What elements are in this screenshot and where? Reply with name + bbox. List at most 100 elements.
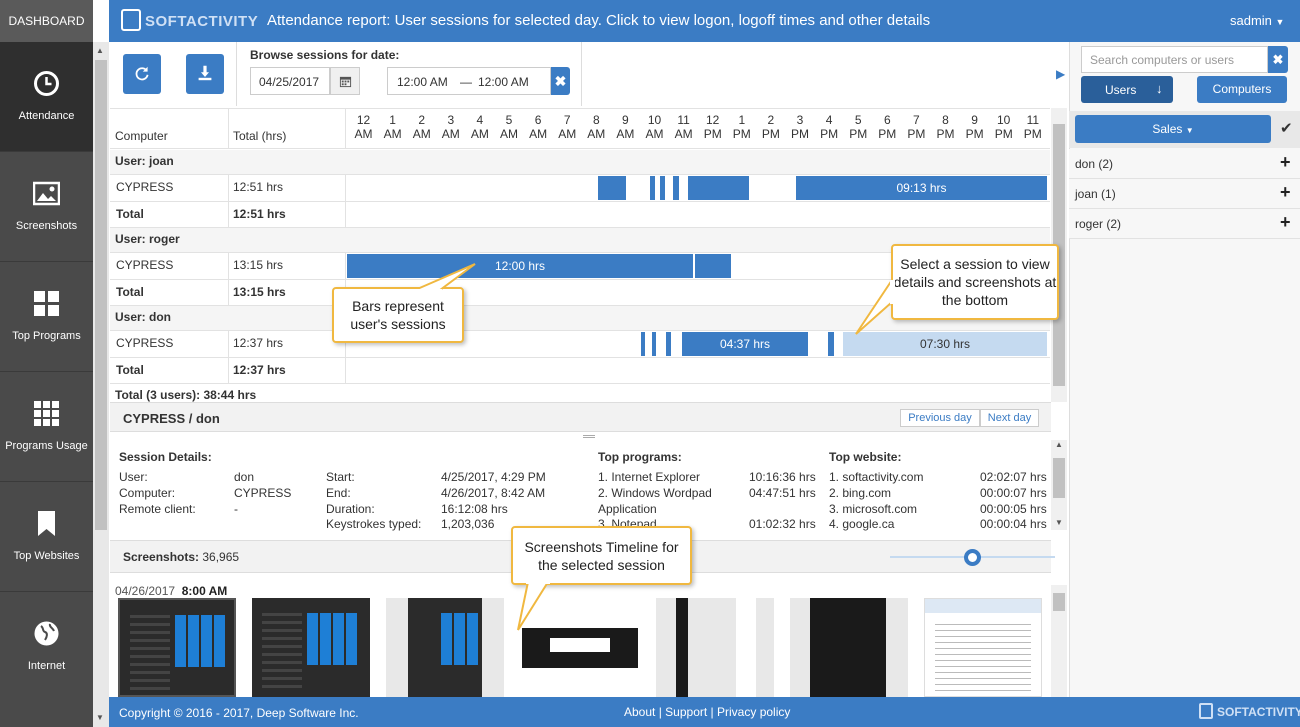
user-list-item[interactable]: don (2) + xyxy=(1069,149,1300,179)
scroll-up-icon[interactable]: ▲ xyxy=(1055,440,1063,449)
scroll-down-icon[interactable]: ▼ xyxy=(1055,518,1063,527)
logo-text: SOFTACTIVITY xyxy=(145,13,259,30)
dashboard-label: DASHBOARD xyxy=(8,14,85,28)
hour-label: 4 PM xyxy=(815,113,844,141)
detail-value: - xyxy=(234,502,238,516)
session-bar[interactable] xyxy=(652,332,656,356)
nav-top-websites[interactable]: Top Websites xyxy=(0,482,93,592)
clear-time-button[interactable]: ✖ xyxy=(551,67,570,95)
user-name: sadmin xyxy=(1230,13,1272,28)
screenshot-thumbnail[interactable] xyxy=(924,598,1042,697)
total-label: Total xyxy=(116,285,144,299)
screenshot-thumbnail[interactable] xyxy=(656,598,774,697)
time-sep: — xyxy=(460,75,472,89)
users-toggle-button[interactable]: Users ↓ xyxy=(1081,76,1173,103)
hour-number: 6 xyxy=(534,113,542,127)
hour-period: AM xyxy=(354,127,373,141)
top-bar: SOFTACTIVITY Attendance report: User ses… xyxy=(109,0,1300,42)
hour-number: 4 xyxy=(476,113,484,127)
website-time: 00:00:04 hrs xyxy=(980,517,1047,531)
hour-label: 9 PM xyxy=(960,113,989,141)
nav-programs-usage[interactable]: Programs Usage xyxy=(0,372,93,482)
add-icon[interactable]: + xyxy=(1280,212,1291,233)
hour-label: 5 AM xyxy=(495,113,524,141)
screenshot-date: 04/26/2017 8:00 AM xyxy=(115,584,227,598)
support-link[interactable]: Support xyxy=(665,705,707,719)
checkmark-icon[interactable]: ✔ xyxy=(1280,119,1293,137)
time-range-input[interactable]: 12:00 AM — 12:00 AM xyxy=(387,67,551,95)
screenshot-thumbnail[interactable] xyxy=(252,598,370,697)
group-dropdown[interactable]: Sales ▼ xyxy=(1075,115,1271,143)
resize-handle[interactable] xyxy=(583,435,595,438)
user-list-label: joan (1) xyxy=(1075,187,1116,201)
session-bar[interactable] xyxy=(650,176,655,200)
user-menu[interactable]: sadmin ▼ xyxy=(1230,13,1284,28)
session-bar[interactable] xyxy=(695,254,731,278)
hour-number: 10 xyxy=(647,113,662,127)
details-scrollbar[interactable]: ▲ ▼ xyxy=(1051,440,1067,530)
screenshots-scrollbar[interactable] xyxy=(1051,585,1067,697)
hour-period: AM xyxy=(383,127,402,141)
callout-select: Select a session to view details and scr… xyxy=(891,244,1059,320)
zoom-slider-handle[interactable] xyxy=(964,549,981,566)
hour-label: 11 PM xyxy=(1018,113,1047,141)
session-bar[interactable]: 09:13 hrs xyxy=(796,176,1047,200)
nav-top-programs[interactable]: Top Programs xyxy=(0,262,93,372)
session-bar[interactable] xyxy=(666,332,671,356)
download-button[interactable] xyxy=(186,54,224,94)
hour-label: 5 PM xyxy=(844,113,873,141)
detail-label: Start: xyxy=(326,470,355,484)
hour-label: 6 AM xyxy=(524,113,553,141)
program-name: 2. Windows Wordpad xyxy=(598,486,712,500)
session-bar[interactable] xyxy=(598,176,626,200)
page-scrollbar[interactable]: ▲ ▼ xyxy=(93,42,109,727)
scroll-up-icon[interactable]: ▲ xyxy=(96,46,104,55)
hour-period: AM xyxy=(616,127,635,141)
scroll-down-icon[interactable]: ▼ xyxy=(96,713,104,722)
add-icon[interactable]: + xyxy=(1280,152,1291,173)
nav-attendance[interactable]: Attendance xyxy=(0,42,93,152)
user-list-item[interactable]: roger (2) + xyxy=(1069,209,1300,239)
next-day-button[interactable]: Next day xyxy=(980,409,1039,427)
hour-label: 11 AM xyxy=(669,113,698,141)
session-bar[interactable] xyxy=(673,176,679,200)
add-icon[interactable]: + xyxy=(1280,182,1291,203)
screenshots-count-label: Screenshots: 36,965 xyxy=(123,550,239,564)
nav-internet[interactable]: Internet xyxy=(0,592,93,702)
link-separator: | xyxy=(710,705,714,719)
session-bar[interactable]: 04:37 hrs xyxy=(682,332,808,356)
hour-period: AM xyxy=(558,127,577,141)
total-label: Total xyxy=(116,363,144,377)
about-link[interactable]: About xyxy=(624,705,655,719)
privacy-link[interactable]: Privacy policy xyxy=(717,705,790,719)
total-cell: 12:51 hrs xyxy=(233,207,286,221)
previous-day-button[interactable]: Previous day xyxy=(900,409,980,427)
session-bar[interactable]: 12:00 hrs xyxy=(347,254,693,278)
total-cell: 13:15 hrs xyxy=(233,285,286,299)
session-bar[interactable] xyxy=(660,176,665,200)
hour-number: 8 xyxy=(592,113,600,127)
hour-label: 2 AM xyxy=(407,113,436,141)
user-list-label: don (2) xyxy=(1075,157,1114,171)
session-bar[interactable] xyxy=(688,176,749,200)
expand-panel-icon[interactable]: ▶ xyxy=(1056,67,1065,81)
close-icon: ✖ xyxy=(554,73,567,89)
search-input[interactable]: Search computers or users xyxy=(1081,46,1268,73)
website-time: 00:00:07 hrs xyxy=(980,486,1047,500)
screenshot-thumbnail[interactable] xyxy=(118,598,236,697)
website-name: 2. bing.com xyxy=(829,486,892,500)
screenshot-thumbnail[interactable] xyxy=(790,598,908,697)
calendar-button[interactable] xyxy=(330,67,360,95)
dashboard-link[interactable]: DASHBOARD xyxy=(0,0,93,42)
toolbar-divider xyxy=(581,42,582,106)
nav-screenshots[interactable]: Screenshots xyxy=(0,152,93,262)
user-list-item[interactable]: joan (1) + xyxy=(1069,179,1300,209)
clear-search-button[interactable]: ✖ xyxy=(1268,46,1288,73)
screenshot-thumbnail[interactable] xyxy=(386,598,504,697)
session-bar[interactable] xyxy=(641,332,645,356)
users-label: Users xyxy=(1105,83,1137,97)
session-bar[interactable] xyxy=(828,332,834,356)
date-input[interactable]: 04/25/2017 xyxy=(250,67,330,95)
computers-toggle-button[interactable]: Computers xyxy=(1197,76,1287,103)
refresh-button[interactable] xyxy=(123,54,161,94)
